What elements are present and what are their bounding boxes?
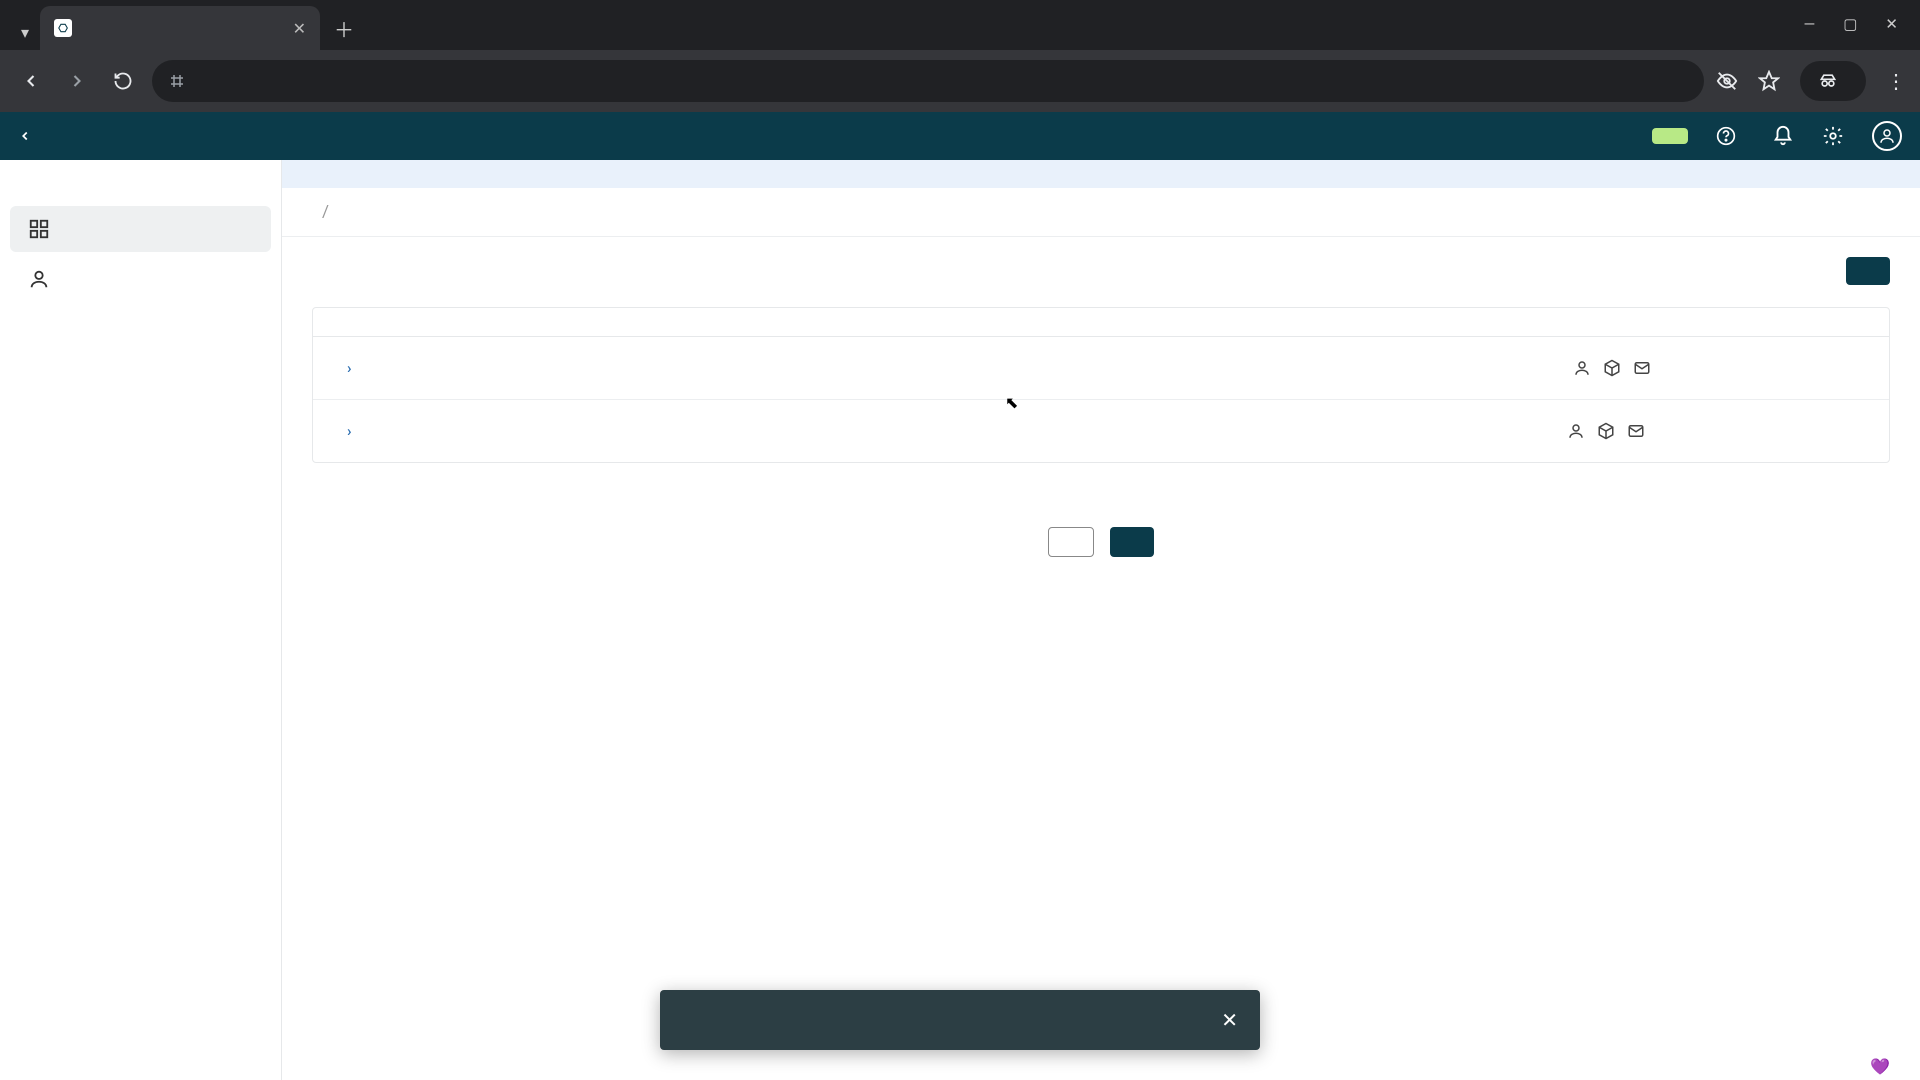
main-area: / [0, 160, 1920, 1080]
chevron-left-icon [18, 129, 32, 143]
sidebar-item-personal-settings[interactable] [10, 256, 271, 302]
user-avatar-button[interactable] [1872, 121, 1902, 151]
window-controls: — ▢ ✕ [1804, 2, 1920, 46]
breadcrumb: / [282, 188, 1920, 237]
envelope-icon [1633, 359, 1651, 377]
app-root: / [0, 112, 1920, 1080]
content-pane: / [282, 160, 1920, 1080]
settings-gear-icon[interactable] [1822, 125, 1844, 147]
sidebar-workspace-item[interactable] [0, 336, 281, 356]
window-close-icon[interactable]: ✕ [1885, 15, 1898, 33]
user-icon [1878, 127, 1896, 145]
notifications-bell-icon[interactable] [1772, 125, 1794, 147]
sidebar-item-account-settings[interactable] [10, 206, 271, 252]
browser-chrome: ▾ ⎔ ✕ ＋ — ▢ ✕ [0, 0, 1920, 112]
cube-icon [1603, 359, 1621, 377]
incognito-icon [1818, 71, 1838, 91]
page-body: › [282, 237, 1920, 1080]
people-icon [1573, 359, 1591, 377]
made-with-text: 💜 [1870, 1055, 1890, 1074]
upgrade-button[interactable] [1652, 128, 1688, 144]
help-circle-icon [1716, 126, 1736, 146]
nav-forward-button[interactable] [60, 64, 94, 98]
new-tab-button[interactable]: ＋ [326, 10, 362, 46]
tab-strip: ▾ ⎔ ✕ ＋ — ▢ ✕ [0, 0, 1920, 50]
page-header [312, 257, 1890, 285]
table-row: › [313, 337, 1889, 400]
compare-plans-button[interactable] [1048, 527, 1094, 557]
cube-icon [1597, 422, 1615, 440]
sidebar [0, 160, 282, 1080]
tab-search-dropdown[interactable]: ▾ [10, 14, 40, 50]
nav-back-button[interactable] [14, 64, 48, 98]
chevron-right-icon: › [347, 359, 352, 377]
incognito-chip[interactable] [1800, 61, 1866, 101]
site-info-icon[interactable] [168, 72, 186, 90]
breadcrumb-separator: / [322, 202, 329, 222]
sidebar-title [0, 176, 281, 202]
tab-close-icon[interactable]: ✕ [293, 19, 306, 38]
sidebar-workspace-item[interactable] [0, 356, 281, 376]
table-header-row [313, 308, 1889, 337]
info-banner [282, 160, 1920, 188]
eye-off-icon[interactable] [1716, 70, 1738, 92]
premium-upsell [312, 463, 1890, 567]
workspace-name-link[interactable]: › [341, 422, 801, 440]
user-icon [28, 268, 50, 290]
address-bar[interactable] [152, 60, 1704, 102]
workspace-name-link[interactable]: › [341, 359, 801, 377]
grid-icon [28, 218, 50, 240]
envelope-icon [1627, 422, 1645, 440]
sidebar-heading-workspace-settings [0, 306, 281, 336]
add-workspace-button[interactable] [1846, 257, 1890, 285]
heart-icon: 💜 [1870, 1057, 1890, 1076]
favicon-icon: ⎔ [54, 19, 72, 37]
cell-usage [1561, 422, 1761, 440]
browser-menu-icon[interactable]: ⋮ [1886, 69, 1906, 93]
chevron-right-icon: › [347, 422, 352, 440]
exit-settings-link[interactable] [18, 129, 40, 143]
app-topbar [0, 112, 1920, 160]
nav-reload-button[interactable] [106, 64, 140, 98]
workspaces-table: › [312, 307, 1890, 463]
window-minimize-icon[interactable]: — [1804, 15, 1816, 33]
addr-right-controls: ⋮ [1716, 61, 1906, 101]
people-icon [1567, 422, 1585, 440]
toast-close-icon[interactable]: ✕ [1221, 1008, 1238, 1032]
toast-notification: ✕ [660, 990, 1260, 1050]
browser-tab[interactable]: ⎔ ✕ [40, 6, 320, 50]
need-help-link[interactable] [1716, 126, 1744, 146]
table-row: › [313, 400, 1889, 462]
address-row: ⋮ [0, 50, 1920, 112]
window-maximize-icon[interactable]: ▢ [1843, 15, 1857, 33]
page-footer: 💜 [312, 1055, 1890, 1074]
bookmark-star-icon[interactable] [1758, 70, 1780, 92]
cell-usage [1561, 359, 1761, 377]
lets-talk-button[interactable] [1110, 527, 1154, 557]
